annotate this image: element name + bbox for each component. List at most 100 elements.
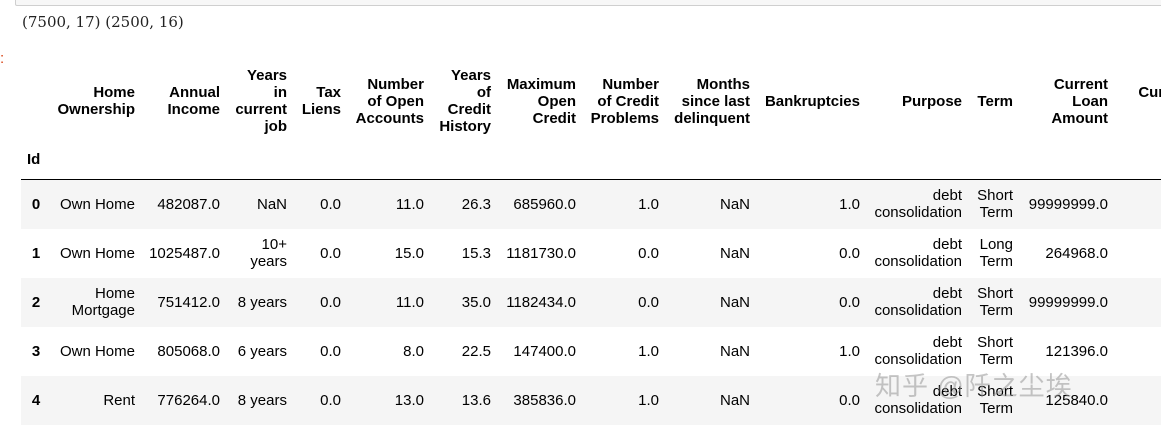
column-header: Tax Liens <box>301 84 341 118</box>
table-cell: 0.0 <box>638 293 659 311</box>
table-cell: 9585 <box>1114 327 1161 376</box>
index-header-spacer <box>141 140 226 180</box>
table-row: 0 Own Home 482087.0 NaN 0.0 11.0 26.3 685960.0 1… <box>21 179 1161 229</box>
column-header: Current Credit Balance <box>1138 84 1161 101</box>
table-cell: NaN <box>719 195 750 213</box>
index-header-spacer <box>665 140 756 180</box>
table-cell: 6 years <box>237 342 287 360</box>
row-index: 1 <box>31 244 41 262</box>
table-cell: 8 years <box>237 391 287 409</box>
table-cell: 9330 <box>1114 376 1161 425</box>
index-header-spacer <box>347 140 430 180</box>
table-cell: 147400.0 <box>513 342 576 360</box>
index-name: Id <box>21 140 51 180</box>
index-header-spacer <box>497 140 582 180</box>
column-header: Bankruptcies <box>764 92 860 110</box>
column-header: Maximum Open Credit <box>506 75 576 127</box>
table-cell: 0.0 <box>320 195 341 213</box>
table-cell: Home Mortgage <box>71 285 135 319</box>
table-cell: Own Home <box>59 195 135 213</box>
table-cell: 0.0 <box>839 391 860 409</box>
table-cell: 125840.0 <box>1045 391 1108 409</box>
column-header: Months since last delinquent <box>674 75 750 127</box>
dataframe-table: Home Ownership Annual Income Years in curr… <box>21 62 1161 425</box>
table-cell: 1025487.0 <box>149 244 220 262</box>
index-header-spacer <box>866 140 968 180</box>
table-cell: 0.0 <box>320 244 341 262</box>
table-cell: 15.3 <box>461 244 491 262</box>
table-cell: debt consolidation <box>874 334 962 368</box>
table-cell: 99999999.0 <box>1028 195 1108 213</box>
table-cell: Long Term <box>979 236 1013 270</box>
table-cell: 121396.0 <box>1045 342 1108 360</box>
column-header: Years in current job <box>235 67 287 135</box>
table-cell: 385836.0 <box>513 391 576 409</box>
table-cell: 11.0 <box>395 293 424 311</box>
table-cell: Short Term <box>977 285 1013 319</box>
column-header: Purpose <box>901 92 962 110</box>
table-cell: debt consolidation <box>874 285 962 319</box>
column-header: Years of Credit History <box>439 67 491 135</box>
table-cell: 99999999.0 <box>1028 293 1108 311</box>
column-header: Number of Credit Problems <box>590 75 659 127</box>
table-cell: 1.0 <box>638 195 659 213</box>
table-cell: 30838 <box>1114 278 1161 327</box>
table-cell: 1.0 <box>839 195 860 213</box>
table-cell: 0.0 <box>839 244 860 262</box>
index-header-spacer <box>1019 140 1114 180</box>
index-header-spacer <box>1114 140 1161 180</box>
row-index: 4 <box>31 391 41 409</box>
table-cell: Own Home <box>59 244 135 262</box>
index-header-spacer <box>756 140 866 180</box>
table-cell: 776264.0 <box>157 391 220 409</box>
row-index: 3 <box>31 342 41 360</box>
table-cell: 0.0 <box>320 293 341 311</box>
table-cell: Rent <box>103 391 135 409</box>
table-row: 4 Rent 776264.0 8 years 0.0 13.0 13.6 385836.0 1… <box>21 375 1161 425</box>
table-cell: 685960.0 <box>513 195 576 213</box>
table-row: 1 Own Home 1025487.0 10+ years 0.0 15.0 15.3 11… <box>21 229 1161 278</box>
index-header-spacer <box>430 140 497 180</box>
table-cell: 1181730.0 <box>506 244 576 262</box>
table-cell: 1.0 <box>638 342 659 360</box>
column-header: Number of Open Accounts <box>355 75 424 127</box>
table-cell: 26.3 <box>461 195 491 213</box>
table-cell: 4738 <box>1114 180 1161 229</box>
table-cell: 8 years <box>237 293 287 311</box>
table-cell: 13.6 <box>461 391 491 409</box>
table-cell: debt consolidation <box>874 383 962 417</box>
table-cell: debt consolidation <box>874 236 962 270</box>
index-header-spacer <box>293 140 347 180</box>
stdout-shapes: (7500, 17) (2500, 16) <box>22 13 184 31</box>
table-cell: 1.0 <box>839 342 860 360</box>
table-cell: Short Term <box>977 187 1013 222</box>
table-cell: 0.0 <box>320 342 341 360</box>
column-header: Home Ownership <box>57 84 135 118</box>
index-header-spacer <box>226 140 293 180</box>
table-cell: 8.0 <box>403 342 424 360</box>
column-header: Annual Income <box>167 84 220 118</box>
output-prompt: : <box>0 50 5 67</box>
table-cell: 0.0 <box>638 244 659 262</box>
table-cell: Short Term <box>977 383 1013 417</box>
table-cell: Own Home <box>59 342 135 360</box>
index-header-spacer <box>582 140 665 180</box>
column-header: Term <box>977 92 1013 110</box>
table-cell: 15.0 <box>394 244 424 262</box>
table-cell: 751412.0 <box>157 293 220 311</box>
column-header: Current Loan Amount <box>1051 75 1108 127</box>
table-cell: debt consolidation <box>874 187 962 222</box>
table-cell: 22.5 <box>461 342 491 360</box>
index-header-spacer <box>51 140 141 180</box>
table-cell: NaN <box>256 195 287 213</box>
row-index: 2 <box>31 293 41 311</box>
table-cell: 1182434.0 <box>506 293 576 311</box>
index-header-spacer <box>968 140 1019 180</box>
table-cell: 264968.0 <box>1045 244 1108 262</box>
table-cell: 0.0 <box>320 391 341 409</box>
table-cell: 35.0 <box>461 293 491 311</box>
table-cell: NaN <box>719 342 750 360</box>
table-cell: 482087.0 <box>157 195 220 213</box>
table-cell: NaN <box>719 293 750 311</box>
table-cell: 0.0 <box>839 293 860 311</box>
